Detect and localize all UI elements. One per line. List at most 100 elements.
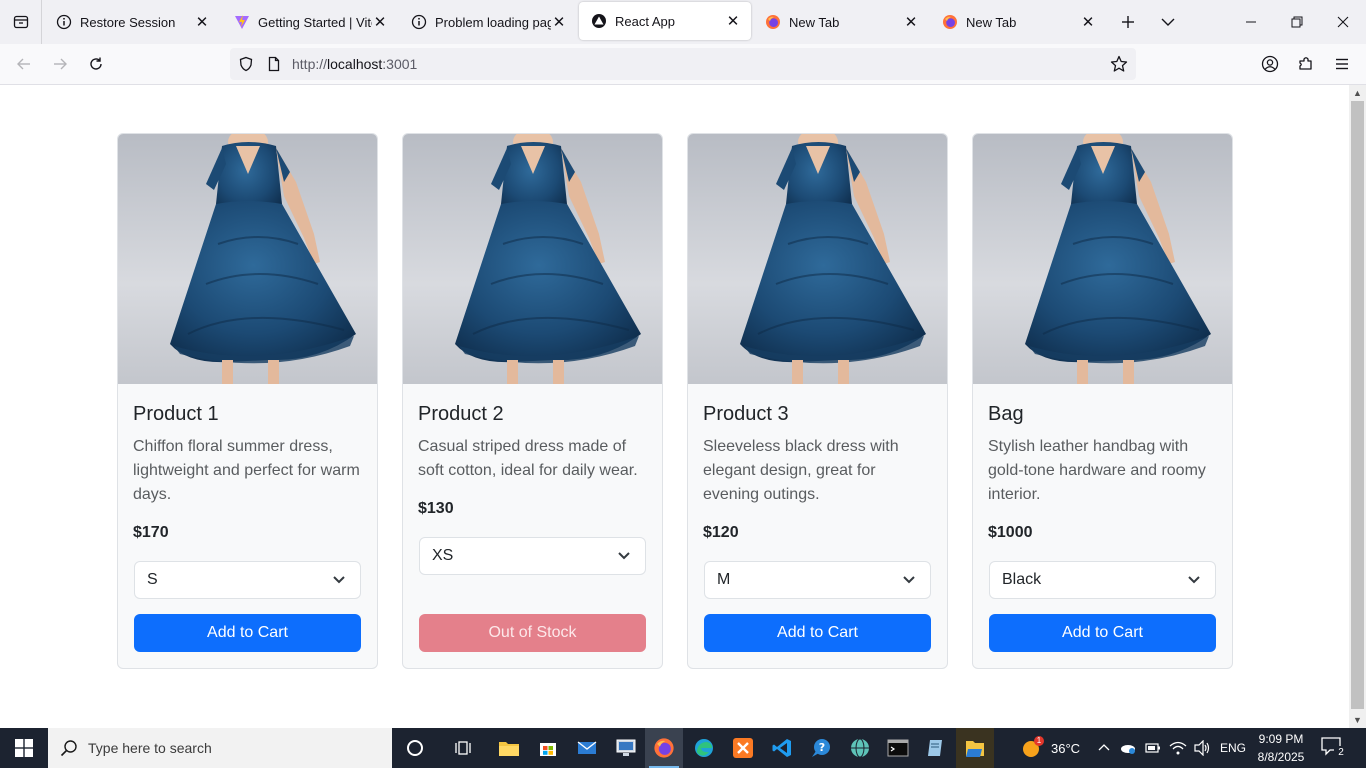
weather-temperature[interactable]: 36°C (1051, 741, 1080, 756)
select-value: Black (1002, 571, 1042, 588)
mail-button[interactable] (568, 728, 606, 768)
folder-icon (966, 741, 984, 757)
tab-new-tab-1[interactable]: New Tab ✕ (753, 0, 929, 44)
scroll-up-arrow-icon[interactable]: ▲ (1349, 85, 1366, 101)
chevron-up-icon[interactable] (1098, 742, 1110, 754)
product-price: $120 (703, 524, 739, 541)
firefox-taskbar-button[interactable] (645, 728, 683, 768)
product-image-dress (118, 134, 377, 384)
terminal-button[interactable] (879, 728, 917, 768)
vscode-button[interactable] (763, 728, 801, 768)
cortana-button[interactable] (396, 728, 434, 768)
edge-icon (695, 739, 713, 757)
product-price: $130 (418, 500, 454, 517)
add-to-cart-button[interactable]: Add to Cart (989, 614, 1216, 652)
url-bar[interactable]: http://localhost:3001 (230, 48, 1136, 80)
minimize-button[interactable] (1228, 0, 1274, 44)
size-select[interactable]: S (134, 561, 361, 599)
store-icon (540, 743, 556, 756)
chevron-down-icon (618, 552, 630, 560)
input-language[interactable]: ENG (1220, 741, 1246, 755)
page-scrollbar[interactable]: ▲ ▼ (1349, 85, 1366, 728)
out-of-stock-button[interactable]: Out of Stock (419, 614, 646, 652)
chevron-down-icon (1188, 576, 1200, 584)
tab-strip: Restore Session ✕ Getting Started | Vite… (0, 0, 1366, 44)
account-button[interactable] (1254, 48, 1286, 80)
wifi-icon[interactable] (1169, 740, 1187, 756)
close-tab-icon[interactable]: ✕ (903, 14, 919, 31)
start-button[interactable] (0, 728, 48, 768)
extensions-button[interactable] (1290, 48, 1322, 80)
tab-restore-session[interactable]: Restore Session ✕ (44, 0, 220, 44)
vscode-icon (772, 739, 791, 757)
reload-button[interactable] (80, 48, 112, 80)
add-to-cart-button[interactable]: Add to Cart (704, 614, 931, 652)
mail-icon (577, 741, 597, 754)
tab-react-app[interactable]: React App ✕ (579, 2, 751, 40)
url-prefix: http:// (292, 56, 328, 72)
battery-icon[interactable] (1145, 742, 1161, 754)
tab-problem-loading[interactable]: Problem loading page ✕ (399, 0, 577, 44)
store-button[interactable] (529, 728, 567, 768)
product-image-dress (973, 134, 1232, 384)
scroll-down-arrow-icon[interactable]: ▼ (1349, 712, 1366, 728)
file-explorer-button[interactable] (490, 728, 528, 768)
onedrive-icon[interactable] (1119, 741, 1137, 755)
puzzle-icon (1299, 57, 1312, 70)
firefox-view-button[interactable] (0, 0, 42, 44)
svg-text:?: ? (819, 741, 825, 754)
close-window-button[interactable] (1320, 0, 1366, 44)
chevron-down-icon (1161, 18, 1175, 26)
close-tab-icon[interactable]: ✕ (551, 14, 567, 31)
close-tab-icon[interactable]: ✕ (1080, 14, 1096, 31)
arrow-right-icon (54, 58, 67, 70)
forward-button[interactable] (44, 48, 76, 80)
chevron-down-icon (333, 576, 345, 584)
color-select[interactable]: Black (989, 561, 1216, 599)
close-icon (1337, 16, 1349, 28)
remote-desktop-button[interactable] (607, 728, 645, 768)
url-text[interactable]: http://localhost:3001 (292, 56, 417, 72)
size-select[interactable]: M (704, 561, 931, 599)
select-value: S (147, 571, 158, 588)
restore-button[interactable] (1274, 0, 1320, 44)
add-to-cart-button[interactable]: Add to Cart (134, 614, 361, 652)
clock-time[interactable]: 9:09 PM (1256, 732, 1306, 746)
xampp-button[interactable] (724, 728, 762, 768)
back-button[interactable] (8, 48, 40, 80)
help-button[interactable]: ? (802, 728, 840, 768)
shield-icon (239, 56, 253, 72)
close-tab-icon[interactable]: ✕ (194, 14, 210, 31)
vite-icon (234, 14, 250, 30)
windows-logo-icon (15, 739, 33, 757)
terminal-icon (887, 739, 909, 757)
file-manager-button[interactable] (956, 728, 994, 768)
select-value: XS (432, 547, 454, 564)
taskbar-search-box[interactable]: Type here to search (48, 728, 392, 768)
edge-button[interactable] (685, 728, 723, 768)
product-name: Product 2 (418, 403, 504, 425)
close-tab-icon[interactable]: ✕ (725, 13, 741, 30)
tab-new-tab-2[interactable]: New Tab ✕ (930, 0, 1106, 44)
scrollbar-thumb[interactable] (1351, 101, 1364, 709)
notification-center-button[interactable]: 2 (1320, 736, 1350, 760)
weather-icon[interactable]: 1 (1018, 736, 1048, 762)
notepad-button[interactable] (917, 728, 955, 768)
app-menu-button[interactable] (1326, 48, 1358, 80)
clock-date[interactable]: 8/8/2025 (1254, 750, 1308, 764)
product-image-dress (688, 134, 947, 384)
tab-getting-started-vite[interactable]: Getting Started | Vite ✕ (222, 0, 398, 44)
new-tab-button[interactable] (1112, 0, 1144, 44)
close-tab-icon[interactable]: ✕ (372, 14, 388, 31)
list-all-tabs-button[interactable] (1152, 0, 1184, 44)
firefox-icon (942, 14, 958, 30)
volume-icon[interactable] (1193, 740, 1211, 756)
bookmark-star-icon[interactable] (1110, 55, 1128, 73)
product-name: Bag (988, 403, 1024, 425)
product-description: Casual striped dress made of soft cotton… (418, 438, 638, 479)
search-placeholder: Type here to search (88, 740, 212, 756)
task-view-button[interactable] (444, 728, 482, 768)
app-button[interactable] (841, 728, 879, 768)
info-icon (56, 14, 72, 30)
size-select[interactable]: XS (419, 537, 646, 575)
